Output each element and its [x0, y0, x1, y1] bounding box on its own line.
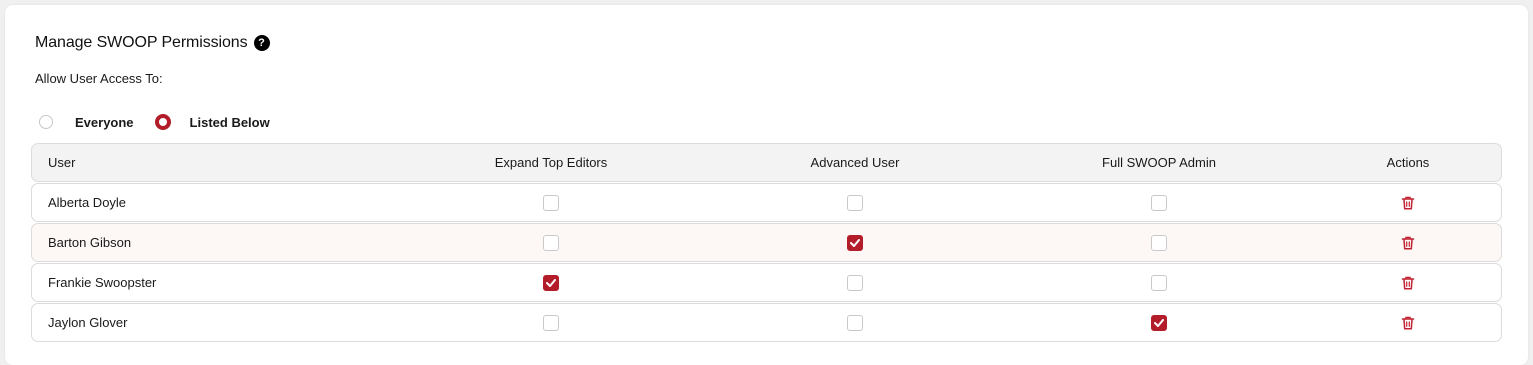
- actions-cell: [1401, 184, 1415, 221]
- trash-icon[interactable]: [1401, 236, 1415, 250]
- advanced-user-cell: [847, 224, 863, 261]
- column-header-advanced-user: Advanced User: [810, 155, 900, 170]
- full-swoop-admin-checkbox[interactable]: [1151, 234, 1167, 251]
- full-swoop-admin-checkbox[interactable]: [1151, 194, 1167, 211]
- full-swoop-admin-cell: [1151, 224, 1167, 261]
- full-swoop-admin-cell: [1151, 184, 1167, 221]
- radio-option-listed-below[interactable]: Listed Below: [154, 114, 270, 130]
- advanced-user-checkbox[interactable]: [847, 314, 863, 331]
- advanced-user-checkbox[interactable]: [847, 274, 863, 291]
- actions-cell: [1401, 304, 1415, 341]
- advanced-user-checkbox[interactable]: [847, 194, 863, 211]
- expand-top-editors-cell: [543, 224, 559, 261]
- table-header: User Expand Top Editors Advanced User Fu…: [31, 143, 1502, 182]
- actions-cell: [1401, 264, 1415, 301]
- table-row: Frankie Swoopster: [31, 263, 1502, 302]
- actions-cell: [1401, 224, 1415, 261]
- expand-top-editors-checkbox[interactable]: [543, 194, 559, 211]
- column-header-user: User: [48, 155, 76, 170]
- advanced-user-checkbox[interactable]: [847, 234, 863, 251]
- question-circle-icon[interactable]: ?: [253, 35, 270, 51]
- trash-icon[interactable]: [1401, 196, 1415, 210]
- access-subtitle: Allow User Access To:: [35, 71, 163, 86]
- advanced-user-cell: [847, 184, 863, 221]
- column-header-full-swoop-admin: Full SWOOP Admin: [1102, 155, 1216, 170]
- advanced-user-cell: [847, 304, 863, 341]
- table-row: Barton Gibson: [31, 223, 1502, 262]
- user-name: Frankie Swoopster: [48, 275, 157, 290]
- section-title: Manage SWOOP Permissions: [35, 34, 248, 51]
- trash-icon[interactable]: [1401, 276, 1415, 290]
- full-swoop-admin-cell: [1151, 304, 1167, 341]
- trash-icon[interactable]: [1401, 316, 1415, 330]
- column-header-expand-top-editors: Expand Top Editors: [494, 155, 608, 170]
- radio-option-everyone[interactable]: Everyone: [39, 115, 134, 130]
- user-name: Barton Gibson: [48, 235, 132, 250]
- table-row: Alberta Doyle: [31, 183, 1502, 222]
- user-name: Alberta Doyle: [48, 195, 127, 210]
- expand-top-editors-checkbox[interactable]: [543, 314, 559, 331]
- table-row: Jaylon Glover: [31, 303, 1502, 342]
- full-swoop-admin-cell: [1151, 264, 1167, 301]
- advanced-user-cell: [847, 264, 863, 301]
- radio-label-everyone: Everyone: [75, 114, 134, 130]
- access-radio-group: Everyone Listed Below: [39, 114, 270, 130]
- expand-top-editors-checkbox[interactable]: [543, 274, 559, 291]
- radio-listed-below[interactable]: [154, 114, 171, 130]
- full-swoop-admin-checkbox[interactable]: [1151, 274, 1167, 291]
- expand-top-editors-cell: [543, 304, 559, 341]
- expand-top-editors-cell: [543, 184, 559, 221]
- radio-label-listed-below: Listed Below: [189, 114, 270, 130]
- column-header-actions: Actions: [1386, 155, 1430, 170]
- expand-top-editors-checkbox[interactable]: [543, 234, 559, 251]
- expand-top-editors-cell: [543, 264, 559, 301]
- user-name: Jaylon Glover: [48, 315, 128, 330]
- full-swoop-admin-checkbox[interactable]: [1151, 314, 1167, 331]
- title-row: Manage SWOOP Permissions ?: [35, 34, 270, 52]
- radio-everyone[interactable]: [39, 115, 53, 129]
